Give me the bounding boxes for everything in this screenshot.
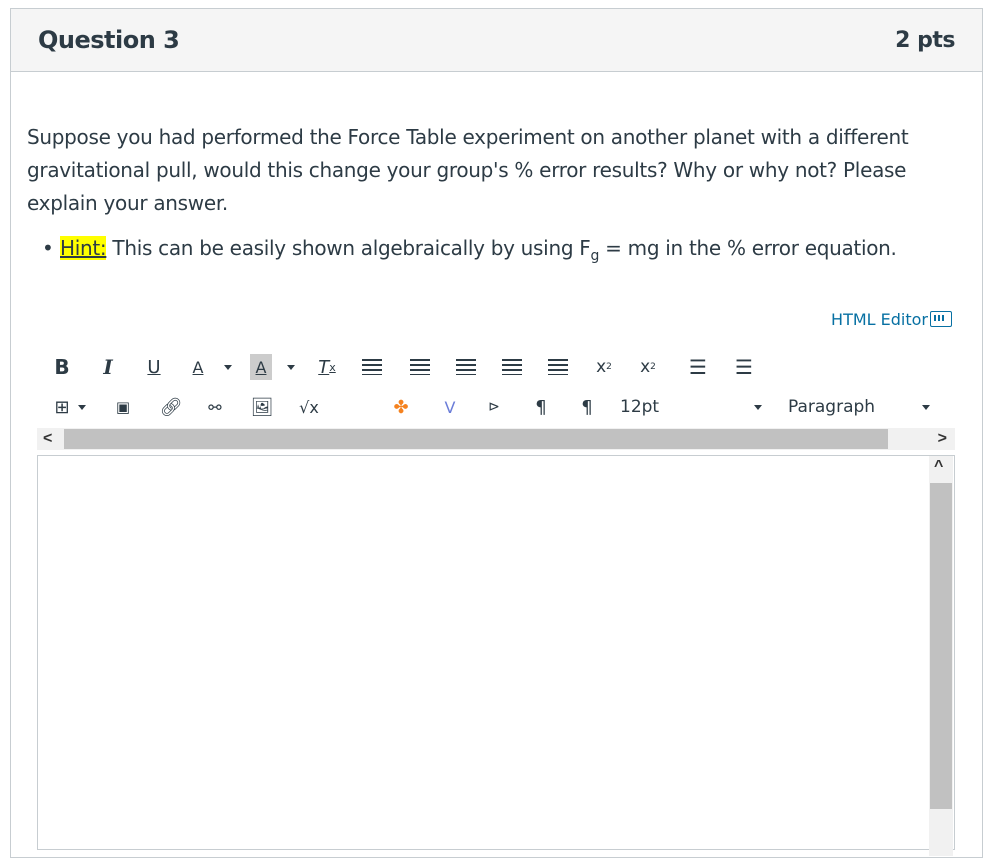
font-color-dropdown-icon[interactable] [222, 354, 234, 380]
hint-label: Hint: [60, 236, 107, 260]
table-dropdown-icon[interactable] [76, 394, 88, 420]
underline-icon[interactable]: U [144, 354, 164, 380]
question-points: 2 pts [895, 28, 955, 53]
outdent-icon[interactable] [500, 354, 524, 380]
bullet-list-icon[interactable]: ☰ [686, 354, 710, 380]
block-format-select[interactable]: Paragraph [788, 394, 918, 420]
block-format-dropdown-icon[interactable] [920, 394, 932, 420]
align-left-icon[interactable] [360, 354, 384, 380]
background-color-icon[interactable]: A [250, 354, 272, 380]
keyboard-icon[interactable] [930, 311, 952, 327]
answer-editor[interactable]: ^ [37, 455, 955, 856]
bold-icon[interactable]: B [52, 354, 72, 380]
toolbar-horizontal-scrollbar[interactable]: < > [37, 428, 955, 450]
indent-icon[interactable] [546, 354, 570, 380]
link-icon[interactable]: 🔗︎ [158, 394, 184, 420]
apps-icon[interactable]: ✤ [388, 394, 414, 420]
question-title: Question 3 [38, 26, 180, 54]
media-icon[interactable]: ▣ [110, 394, 136, 420]
video-icon[interactable]: ⊳ [482, 394, 506, 420]
question-text: Suppose you had performed the Force Tabl… [27, 125, 909, 215]
align-right-icon[interactable] [454, 354, 478, 380]
question-header: Question 3 2 pts [11, 9, 982, 72]
align-center-icon[interactable] [408, 354, 432, 380]
background-color-dropdown-icon[interactable] [285, 354, 297, 380]
block-format-value[interactable]: Paragraph [788, 397, 875, 417]
subscript-icon[interactable]: x2 [636, 354, 660, 380]
vertical-scroll-thumb[interactable] [930, 483, 952, 809]
html-editor-label[interactable]: HTML Editor [831, 310, 928, 329]
clear-formatting-icon[interactable]: Tx [314, 354, 340, 380]
ltr-icon[interactable]: ¶ [528, 394, 554, 420]
font-color-icon[interactable]: A [186, 354, 210, 380]
hint-text: This can be easily shown algebraically b… [106, 236, 591, 260]
font-size-dropdown-icon[interactable] [752, 394, 764, 420]
html-editor-link[interactable]: HTML Editor [831, 310, 952, 329]
scroll-left-icon[interactable]: < [43, 430, 52, 448]
table-icon[interactable]: ⊞ [50, 394, 74, 420]
equation-icon[interactable]: √x [296, 394, 322, 420]
image-icon[interactable]: 🖼︎ [250, 394, 274, 420]
hint-text-end: = mg in the % error equation. [599, 236, 897, 260]
superscript-icon[interactable]: x2 [592, 354, 616, 380]
unlink-icon[interactable]: ⚯ [202, 394, 228, 420]
numbered-list-icon[interactable]: ☰ [732, 354, 756, 380]
horizontal-scroll-thumb[interactable] [64, 429, 888, 449]
hint-subscript: g [590, 248, 600, 264]
scroll-right-icon[interactable]: > [938, 430, 947, 448]
rtl-icon[interactable]: ¶ [574, 394, 600, 420]
font-size-select[interactable]: 12pt [620, 394, 750, 420]
bullet-icon: • [42, 236, 54, 260]
font-size-value[interactable]: 12pt [620, 397, 659, 417]
italic-icon[interactable]: I [98, 354, 118, 380]
vimeo-icon[interactable]: V [438, 394, 462, 420]
scroll-up-icon[interactable]: ^ [934, 458, 943, 476]
editor-vertical-scrollbar[interactable]: ^ [929, 456, 953, 856]
